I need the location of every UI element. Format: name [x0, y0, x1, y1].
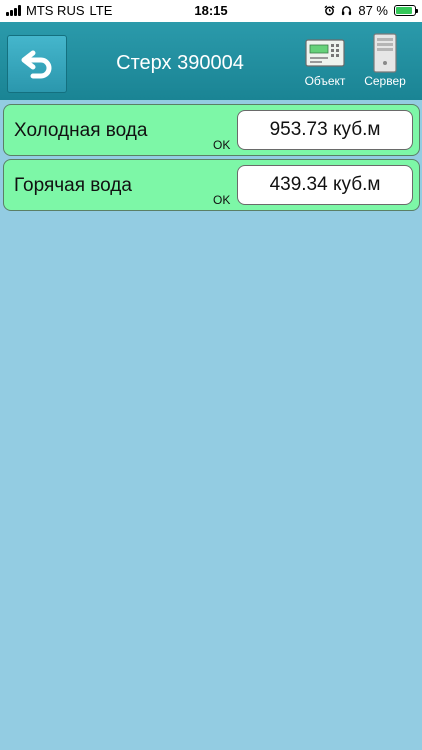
alarm-icon [324, 5, 335, 16]
server-button-label: Сервер [364, 74, 406, 88]
headphones-icon [342, 6, 352, 16]
status-badge: OK [213, 138, 231, 152]
object-button[interactable]: Объект [295, 32, 355, 88]
reading-name: Горячая вода [14, 175, 132, 196]
undo-arrow-icon [21, 50, 52, 79]
reading-value: 439.34 куб.м [237, 165, 413, 205]
battery-charging-icon [394, 5, 418, 16]
server-tower-icon [373, 33, 397, 73]
back-button[interactable] [7, 35, 67, 93]
reading-row-cold-water[interactable]: Холодная вода OK 953.73 куб.м [3, 104, 420, 156]
status-badge: OK [213, 193, 231, 207]
status-bar: MTS RUS LTE 18:15 87 % [0, 0, 422, 22]
status-right: 87 % [324, 3, 418, 18]
battery-percent: 87 % [358, 3, 388, 18]
reading-value: 953.73 куб.м [237, 110, 413, 150]
page-title: Стерх 390004 [116, 52, 244, 74]
object-button-label: Объект [304, 74, 346, 88]
controller-device-icon [305, 39, 345, 67]
app-header: Стерх 390004 Объект Сервер [0, 22, 422, 100]
server-button[interactable]: Сервер [355, 32, 415, 88]
reading-row-hot-water[interactable]: Горячая вода OK 439.34 куб.м [3, 159, 420, 211]
reading-name: Холодная вода [14, 120, 148, 141]
